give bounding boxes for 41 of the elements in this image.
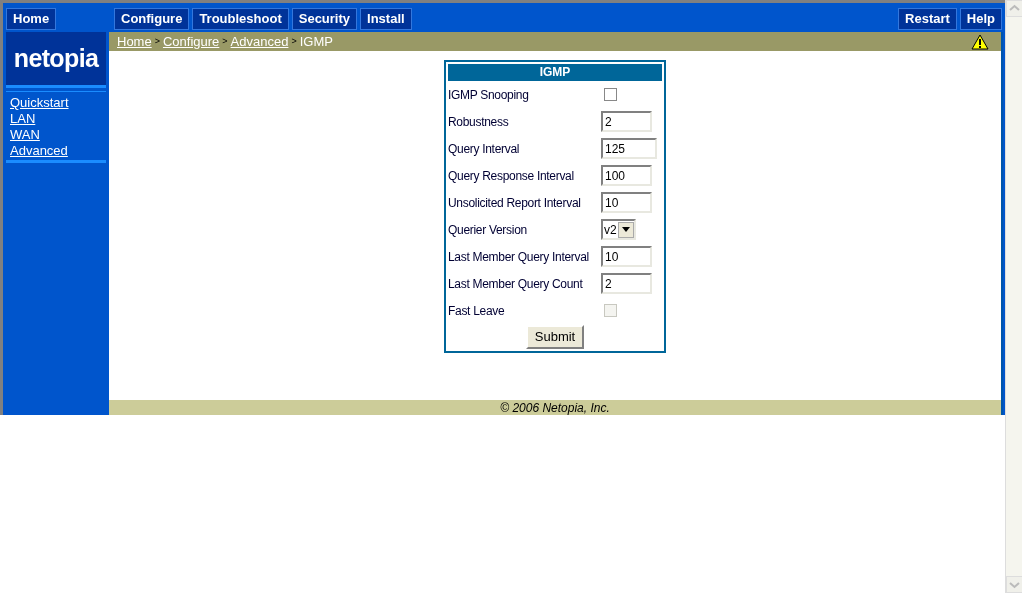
breadcrumb-separator: > [291, 34, 297, 48]
submit-button[interactable]: Submit [525, 325, 585, 349]
field-label: Last Member Query Interval [448, 248, 590, 266]
breadcrumb-current: IGMP [299, 32, 333, 51]
nav-tab[interactable]: Configure [114, 8, 190, 30]
field-label: Fast Leave [448, 302, 506, 320]
nav-tab[interactable]: Install [360, 8, 412, 30]
sidebar-link[interactable]: Quickstart [6, 95, 69, 111]
text-field[interactable]: 10 [601, 192, 652, 213]
scrollbar[interactable] [1005, 0, 1022, 593]
text-field[interactable]: 10 [601, 246, 652, 267]
field-label: Robustness [448, 113, 510, 131]
netopia-logo: netopia [13, 42, 99, 74]
sidebar-link[interactable]: LAN [6, 111, 36, 127]
checkbox[interactable] [604, 88, 617, 101]
warning-icon[interactable] [971, 33, 989, 50]
field-label: Last Member Query Count [448, 275, 584, 293]
sidebar-link[interactable]: Advanced [6, 143, 68, 159]
field-label: IGMP Snooping [448, 86, 530, 104]
scroll-up-icon[interactable] [1006, 0, 1022, 17]
version-dropdown[interactable]: v2 [601, 219, 636, 240]
nav-tab[interactable]: Home [6, 8, 57, 30]
nav-tab[interactable]: Troubleshoot [192, 8, 289, 30]
breadcrumb-separator: > [154, 34, 160, 48]
text-field[interactable]: 125 [601, 138, 657, 159]
caret-icon [621, 227, 630, 232]
nav-tab[interactable]: Help [959, 8, 1002, 30]
copyright-text: © 2006 Netopia, Inc. [500, 399, 610, 417]
sidebar-link[interactable]: WAN [6, 127, 40, 143]
panel-title: IGMP [448, 64, 662, 81]
nav-tab[interactable]: Security [291, 8, 358, 30]
nav-tab[interactable]: Restart [898, 8, 957, 30]
field-label: Query Interval [448, 140, 521, 158]
field-label: Query Response Interval [448, 167, 575, 185]
text-field[interactable]: 2 [601, 273, 652, 294]
field-label: Unsolicited Report Interval [448, 194, 582, 212]
breadcrumb-separator: > [222, 34, 228, 48]
field-label: Querier Version [448, 221, 528, 239]
text-field[interactable]: 2 [601, 111, 652, 132]
scroll-down-icon[interactable] [1006, 576, 1022, 593]
text-field[interactable]: 100 [601, 165, 652, 186]
